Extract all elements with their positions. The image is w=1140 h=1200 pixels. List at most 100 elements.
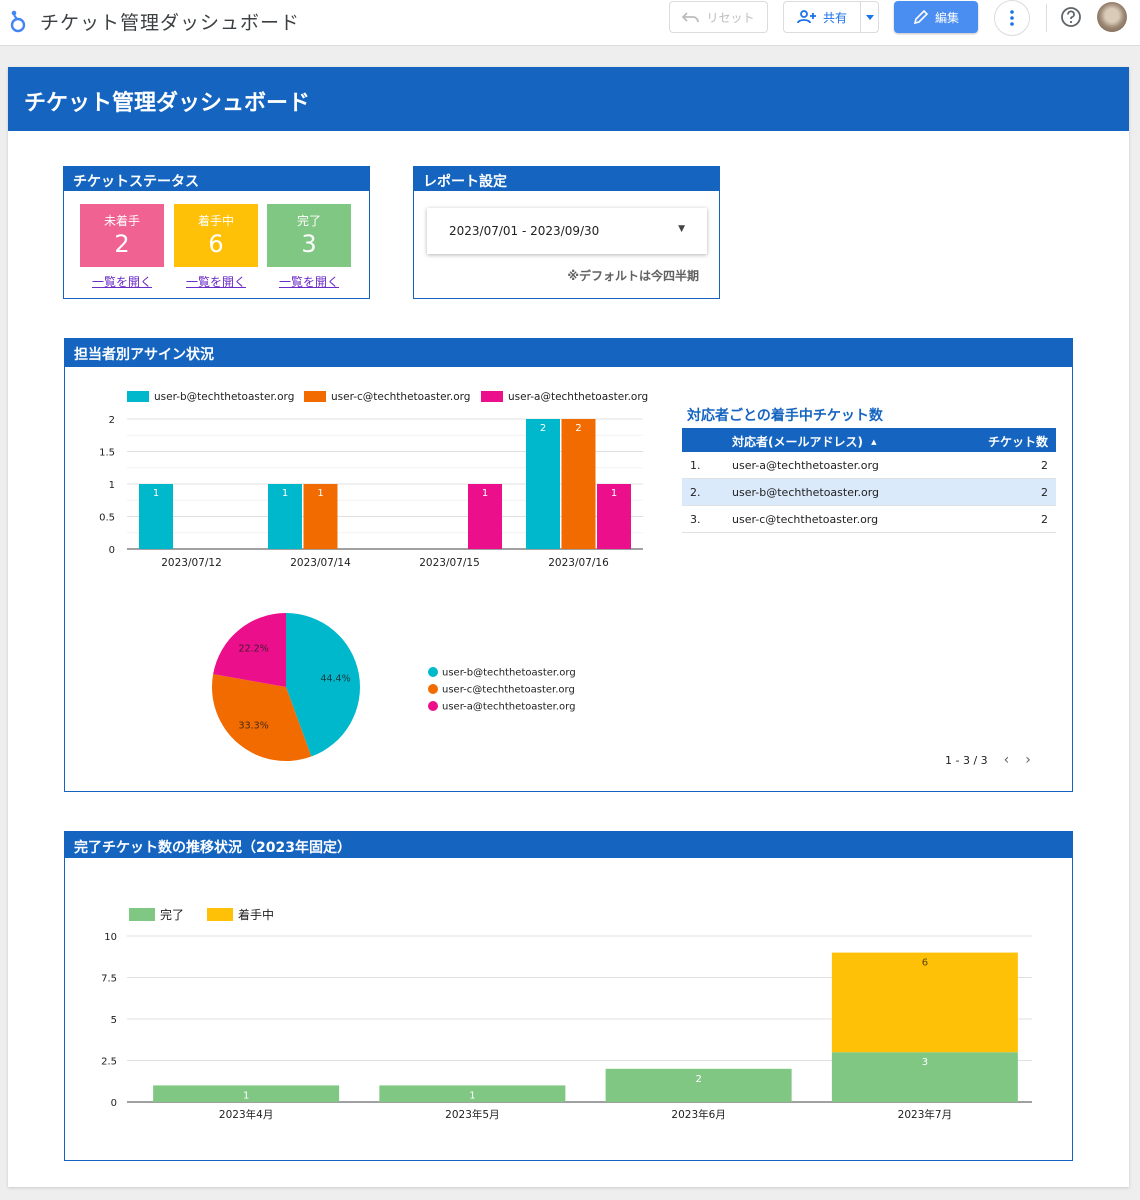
add-person-icon bbox=[797, 10, 816, 24]
column-header-count[interactable]: チケット数 bbox=[988, 433, 1048, 450]
more-vert-icon bbox=[1010, 10, 1014, 26]
in-progress-table: 対応者(メールアドレス) ▲ チケット数 1. user-a@techtheto… bbox=[682, 428, 1056, 533]
pie-percent-label: 22.2% bbox=[239, 643, 269, 654]
table-row[interactable]: 3. user-c@techthetoaster.org 2 bbox=[682, 506, 1056, 533]
bar-value-label: 1 bbox=[469, 1090, 475, 1101]
y-tick-label: 1 bbox=[109, 480, 115, 491]
x-tick-label: 2023年7月 bbox=[898, 1108, 952, 1121]
date-range-picker[interactable]: 2023/07/01 - 2023/09/30 ▼ bbox=[427, 208, 707, 254]
legend-label: 完了 bbox=[160, 907, 184, 922]
y-tick-label: 1.5 bbox=[99, 448, 115, 459]
looker-studio-logo-icon[interactable] bbox=[8, 8, 28, 34]
status-label: 未着手 bbox=[103, 214, 140, 228]
report-settings-card: レポート設定 2023/07/01 - 2023/09/30 ▼ ※デフォルトは… bbox=[413, 166, 720, 299]
default-note: ※デフォルトは今四半期 bbox=[567, 269, 699, 283]
table-row[interactable]: 1. user-a@techthetoaster.org 2 bbox=[682, 452, 1056, 479]
pagination-range: 1 - 3 / 3 bbox=[945, 753, 988, 767]
x-tick-label: 2023/07/12 bbox=[161, 557, 222, 569]
legend-dot bbox=[428, 684, 438, 694]
bar-value-label: 1 bbox=[611, 488, 617, 499]
user-avatar[interactable] bbox=[1097, 2, 1127, 32]
ticket-status-title: チケットステータス bbox=[64, 167, 369, 191]
y-tick-label: 5 bbox=[111, 1015, 117, 1026]
status-tile-done: 完了 3 bbox=[267, 204, 351, 267]
bar-value-label: 2 bbox=[575, 423, 581, 434]
bar-value-label: 1 bbox=[243, 1090, 249, 1101]
bar bbox=[561, 419, 596, 549]
x-tick-label: 2023/07/15 bbox=[419, 557, 480, 569]
toolbar-divider bbox=[1046, 4, 1047, 32]
report-page: チケット管理ダッシュボード チケットステータス 未着手 2 着手中 6 完了 3… bbox=[8, 67, 1129, 1187]
status-label: 完了 bbox=[296, 214, 321, 228]
row-count: 2 bbox=[1041, 459, 1048, 472]
x-tick-label: 2023年5月 bbox=[445, 1108, 499, 1121]
reset-label: リセット bbox=[706, 10, 755, 25]
status-tile-in-progress: 着手中 6 bbox=[174, 204, 258, 267]
row-index: 2. bbox=[690, 486, 701, 499]
y-tick-label: 2 bbox=[109, 415, 115, 426]
bar-value-label: 1 bbox=[282, 488, 288, 499]
row-email: user-b@techthetoaster.org bbox=[732, 486, 880, 499]
row-count: 2 bbox=[1041, 513, 1048, 526]
x-tick-label: 2023年4月 bbox=[219, 1108, 273, 1121]
share-dropdown-icon[interactable] bbox=[860, 2, 878, 32]
legend-label: user-c@techthetoaster.org bbox=[331, 391, 470, 403]
open-list-link-done[interactable]: 一覧を開く bbox=[267, 273, 351, 290]
edit-button[interactable]: 編集 bbox=[894, 1, 978, 33]
report-header: チケット管理ダッシュボード bbox=[8, 67, 1129, 131]
row-email: user-c@techthetoaster.org bbox=[732, 513, 879, 526]
app-title[interactable]: チケット管理ダッシュボード bbox=[40, 8, 300, 35]
bar-value-label: 2 bbox=[540, 423, 546, 434]
status-count: 6 bbox=[208, 230, 224, 258]
status-count: 2 bbox=[114, 230, 130, 258]
status-tile-not-started: 未着手 2 bbox=[80, 204, 164, 267]
table-pagination: 1 - 3 / 3 ‹ › bbox=[945, 752, 1031, 768]
share-button[interactable]: 共有 bbox=[783, 1, 879, 33]
bar bbox=[526, 419, 560, 549]
bar-value-label: 1 bbox=[482, 488, 488, 499]
completion-trend-title: 完了チケット数の推移状況（2023年固定） bbox=[65, 832, 1072, 858]
x-tick-label: 2023/07/16 bbox=[548, 557, 609, 569]
reset-button[interactable]: リセット bbox=[669, 1, 768, 33]
assignment-card: 担当者別アサイン状況 0 0.5 1 1.5 2 1 2023/07/12 1 1 2023/07… bbox=[64, 338, 1073, 792]
row-index: 1. bbox=[690, 459, 701, 472]
legend-swatch bbox=[129, 908, 155, 921]
table-row[interactable]: 2. user-b@techthetoaster.org 2 bbox=[682, 479, 1056, 506]
legend-label: user-a@techthetoaster.org bbox=[442, 702, 575, 713]
assignment-pie-chart: 44.4% 33.3% 22.2% user-b@techthetoaster.org… bbox=[212, 613, 576, 761]
pie-percent-label: 44.4% bbox=[320, 673, 350, 684]
status-count: 3 bbox=[301, 230, 317, 258]
x-tick-label: 2023年6月 bbox=[671, 1108, 725, 1121]
app-bar: チケット管理ダッシュボード リセット 共有 編集 bbox=[0, 0, 1140, 46]
legend-label: 着手中 bbox=[238, 907, 274, 922]
completion-trend-card: 完了チケット数の推移状況（2023年固定） 0 2.5 5 7.5 10 1 2023年4月… bbox=[64, 831, 1073, 1161]
help-icon[interactable] bbox=[1060, 6, 1082, 28]
completion-stacked-bar-chart: 0 2.5 5 7.5 10 1 2023年4月 1 2023年5月 2 2023年6月 3 6 2023… bbox=[101, 907, 1032, 1121]
row-index: 3. bbox=[690, 513, 701, 526]
open-list-link-in-progress[interactable]: 一覧を開く bbox=[174, 273, 258, 290]
bar-value-label: 6 bbox=[922, 958, 928, 969]
assignment-bar-chart: 0 0.5 1 1.5 2 1 2023/07/12 1 1 2023/07/14 1 2023/07… bbox=[99, 391, 648, 569]
date-range-value: 2023/07/01 - 2023/09/30 bbox=[449, 224, 600, 238]
pie-percent-label: 33.3% bbox=[239, 721, 269, 732]
undo-icon bbox=[682, 12, 700, 23]
legend-label: user-b@techthetoaster.org bbox=[154, 391, 294, 403]
chevron-right-icon[interactable]: › bbox=[1025, 752, 1031, 768]
y-tick-label: 0.5 bbox=[99, 513, 115, 524]
legend-label: user-a@techthetoaster.org bbox=[508, 391, 648, 403]
legend-swatch bbox=[481, 391, 503, 402]
column-header-email[interactable]: 対応者(メールアドレス) ▲ bbox=[732, 433, 877, 450]
report-title: チケット管理ダッシュボード bbox=[24, 91, 311, 116]
more-options-button[interactable] bbox=[994, 0, 1030, 36]
status-label: 着手中 bbox=[197, 214, 234, 228]
bar-value-label: 1 bbox=[153, 488, 159, 499]
bar-value-label: 3 bbox=[922, 1057, 928, 1068]
y-tick-label: 10 bbox=[104, 932, 117, 943]
open-list-link-not-started[interactable]: 一覧を開く bbox=[80, 273, 164, 290]
ticket-status-card: チケットステータス 未着手 2 着手中 6 完了 3 一覧を開く 一覧を開く 一… bbox=[63, 166, 370, 299]
report-settings-title: レポート設定 bbox=[414, 167, 719, 191]
dropdown-arrow-icon: ▼ bbox=[678, 224, 685, 234]
legend-dot bbox=[428, 701, 438, 711]
share-label: 共有 bbox=[822, 10, 847, 25]
chevron-left-icon[interactable]: ‹ bbox=[1004, 752, 1010, 768]
